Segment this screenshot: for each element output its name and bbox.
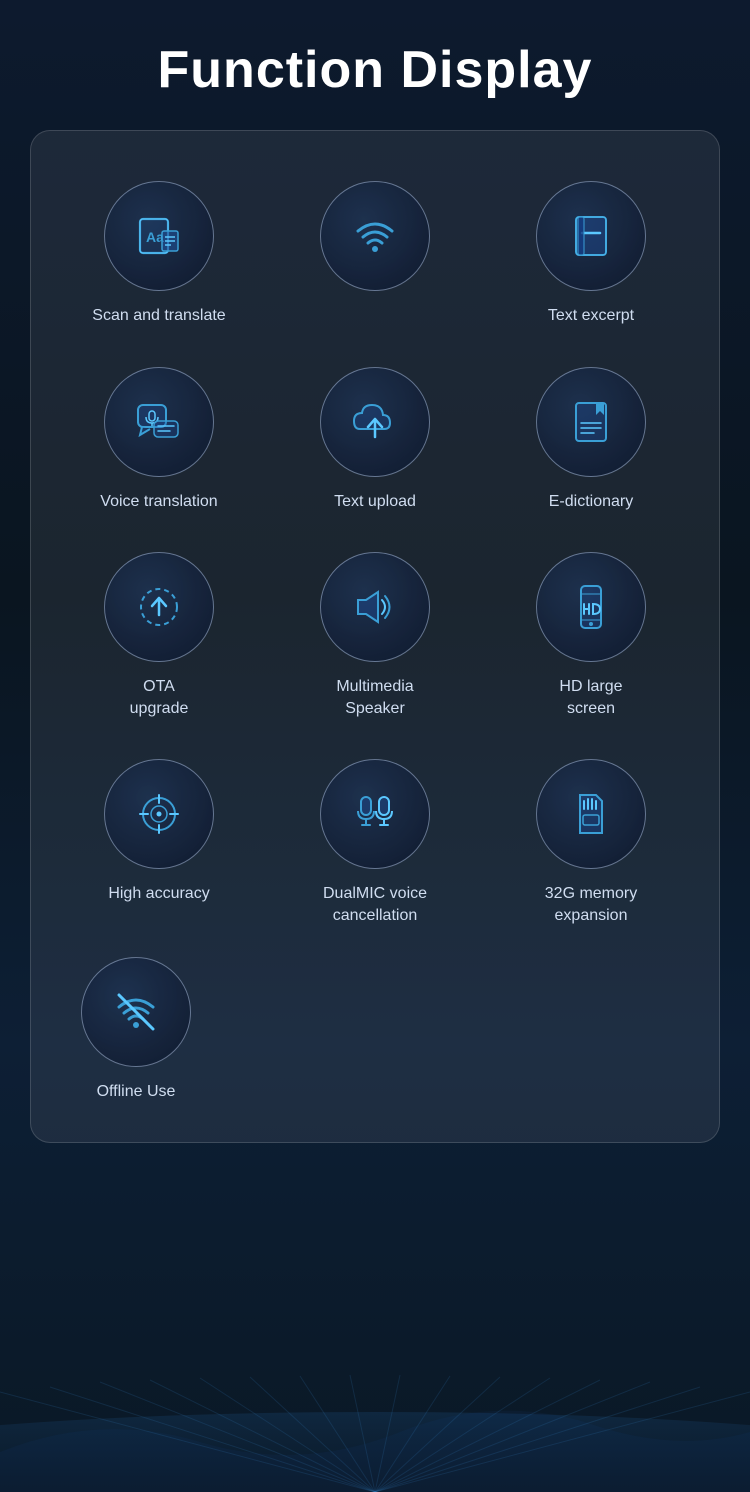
- feature-hd-screen: HD large screen: [483, 532, 699, 729]
- text-upload-icon-circle: [320, 367, 430, 477]
- hd-screen-label: HD large screen: [559, 676, 622, 719]
- e-dictionary-icon-circle: [536, 367, 646, 477]
- offline-label: Offline Use: [97, 1081, 176, 1103]
- dual-mic-icon-circle: [320, 759, 430, 869]
- feature-ota: OTA upgrade: [51, 532, 267, 729]
- feature-multimedia-speaker: Multimedia Speaker: [267, 532, 483, 729]
- memory-label: 32G memory expansion: [545, 883, 637, 926]
- scan-translate-icon-circle: Aa: [104, 181, 214, 291]
- feature-e-dictionary: E-dictionary: [483, 347, 699, 523]
- high-accuracy-icon-circle: [104, 759, 214, 869]
- dual-mic-label: DualMIC voice cancellation: [323, 883, 427, 926]
- offline-row: Offline Use: [51, 937, 699, 1113]
- feature-text-upload: Text upload: [267, 347, 483, 523]
- feature-high-accuracy: High accuracy: [51, 739, 267, 936]
- feature-scan-translate: Aa Scan and translate: [51, 161, 267, 337]
- feature-memory: 32G memory expansion: [483, 739, 699, 936]
- e-dictionary-label: E-dictionary: [549, 491, 633, 513]
- text-upload-label: Text upload: [334, 491, 416, 513]
- scan-translate-label: Scan and translate: [92, 305, 225, 327]
- feature-wifi: [267, 161, 483, 337]
- wifi-icon-circle: [320, 181, 430, 291]
- offline-icon-circle: [81, 957, 191, 1067]
- text-excerpt-label: Text excerpt: [548, 305, 634, 327]
- ota-label: OTA upgrade: [130, 676, 189, 719]
- feature-text-excerpt: Text excerpt: [483, 161, 699, 337]
- hd-screen-icon-circle: [536, 552, 646, 662]
- text-excerpt-icon-circle: [536, 181, 646, 291]
- bottom-decoration: [0, 1372, 750, 1492]
- multimedia-speaker-icon-circle: [320, 552, 430, 662]
- ota-icon-circle: [104, 552, 214, 662]
- memory-icon-circle: [536, 759, 646, 869]
- feature-offline: Offline Use: [71, 937, 201, 1113]
- multimedia-speaker-label: Multimedia Speaker: [336, 676, 413, 719]
- voice-translation-label: Voice translation: [100, 491, 217, 513]
- page-title: Function Display: [0, 0, 750, 130]
- feature-voice-translation: Voice translation: [51, 347, 267, 523]
- features-card: Aa Scan and translate: [30, 130, 720, 1143]
- feature-dual-mic: DualMIC voice cancellation: [267, 739, 483, 936]
- features-grid: Aa Scan and translate: [51, 161, 699, 937]
- high-accuracy-label: High accuracy: [108, 883, 209, 905]
- voice-translation-icon-circle: [104, 367, 214, 477]
